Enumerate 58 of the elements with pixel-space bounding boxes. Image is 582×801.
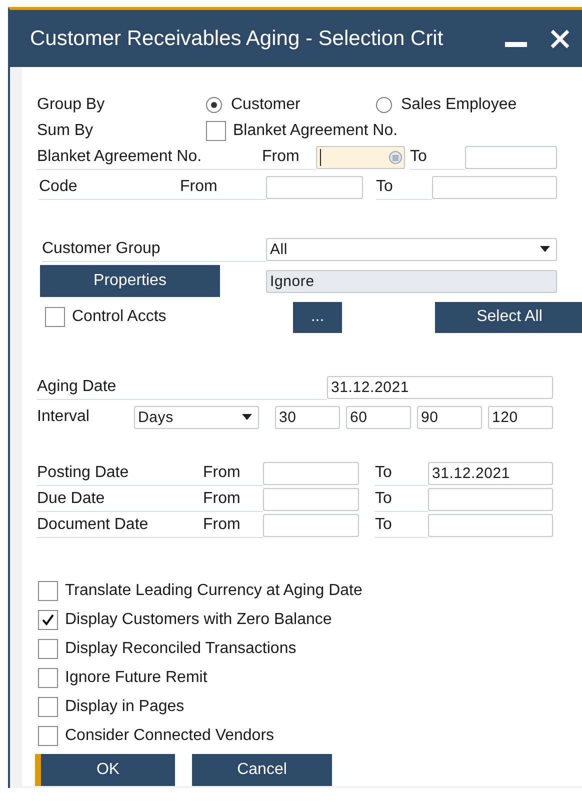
input-field[interactable] <box>432 176 557 198</box>
field-label: Interval <box>37 408 90 426</box>
dropdown[interactable]: Days <box>134 406 259 428</box>
field-label: Sum By <box>37 122 94 140</box>
input-field[interactable]: 30 <box>275 406 340 428</box>
field-label: Due Date <box>37 486 203 512</box>
checkbox[interactable] <box>38 638 58 658</box>
date-field[interactable] <box>428 514 553 536</box>
input-field[interactable] <box>316 146 405 168</box>
select-all-button[interactable]: Select All <box>435 302 582 332</box>
date-field[interactable] <box>263 514 359 536</box>
field-label: Document Date <box>37 512 203 538</box>
checkbox[interactable] <box>38 726 58 746</box>
more-button[interactable]: ... <box>293 302 342 332</box>
checkbox-label[interactable]: Display Reconciled Transactions <box>65 640 296 658</box>
input-field[interactable]: 60 <box>346 406 411 428</box>
field-label: Blanket Agreement No. <box>37 144 262 170</box>
radio-button[interactable] <box>206 97 222 113</box>
dropdown[interactable]: All <box>266 238 557 260</box>
radio-label[interactable]: Sales Employee <box>401 96 517 114</box>
checkbox-label[interactable]: Blanket Agreement No. <box>233 122 398 140</box>
checkbox[interactable] <box>38 668 58 688</box>
checkbox-label[interactable]: Ignore Future Remit <box>65 668 208 686</box>
checkbox-label[interactable]: Translate Leading Currency at Aging Date <box>65 582 362 600</box>
date-field[interactable] <box>263 462 359 484</box>
field-label: Code <box>39 174 180 200</box>
checkbox[interactable] <box>38 696 58 716</box>
dropdown-arrow-icon[interactable] <box>540 246 550 252</box>
input-field: Ignore <box>266 270 557 292</box>
field-label: Group By <box>37 96 106 114</box>
close-icon[interactable] <box>549 28 571 50</box>
date-field[interactable]: 31.12.2021 <box>428 462 553 484</box>
date-field[interactable] <box>263 488 359 510</box>
checkbox-label[interactable]: Display in Pages <box>65 698 184 716</box>
field-label: Customer Group <box>42 236 266 262</box>
checkbox-label[interactable]: Consider Connected Vendors <box>65 726 274 744</box>
checkbox-label[interactable]: Control Accts <box>72 308 293 326</box>
window-title: Customer Receivables Aging - Selection Crit <box>30 26 444 50</box>
date-field[interactable]: 31.12.2021 <box>327 376 553 398</box>
checkbox[interactable] <box>38 610 58 630</box>
checkbox[interactable] <box>206 121 226 141</box>
input-field[interactable] <box>266 176 363 198</box>
input-field[interactable]: 120 <box>488 406 553 428</box>
radio-button[interactable] <box>376 97 392 113</box>
field-label: Posting Date <box>37 460 203 486</box>
field-label: Aging Date <box>37 374 327 400</box>
radio-label[interactable]: Customer <box>231 96 300 114</box>
checkbox-label[interactable]: Display Customers with Zero Balance <box>65 610 332 628</box>
dropdown-arrow-icon[interactable] <box>242 414 252 420</box>
ok-button[interactable]: OK <box>35 754 175 786</box>
list-icon[interactable] <box>389 150 402 164</box>
date-field[interactable] <box>428 488 553 510</box>
input-field[interactable] <box>465 146 557 168</box>
input-field[interactable]: 90 <box>417 406 482 428</box>
properties-button[interactable]: Properties <box>40 265 220 297</box>
cancel-button[interactable]: Cancel <box>192 754 332 786</box>
checkbox[interactable] <box>38 580 58 600</box>
checkbox[interactable] <box>45 307 65 327</box>
